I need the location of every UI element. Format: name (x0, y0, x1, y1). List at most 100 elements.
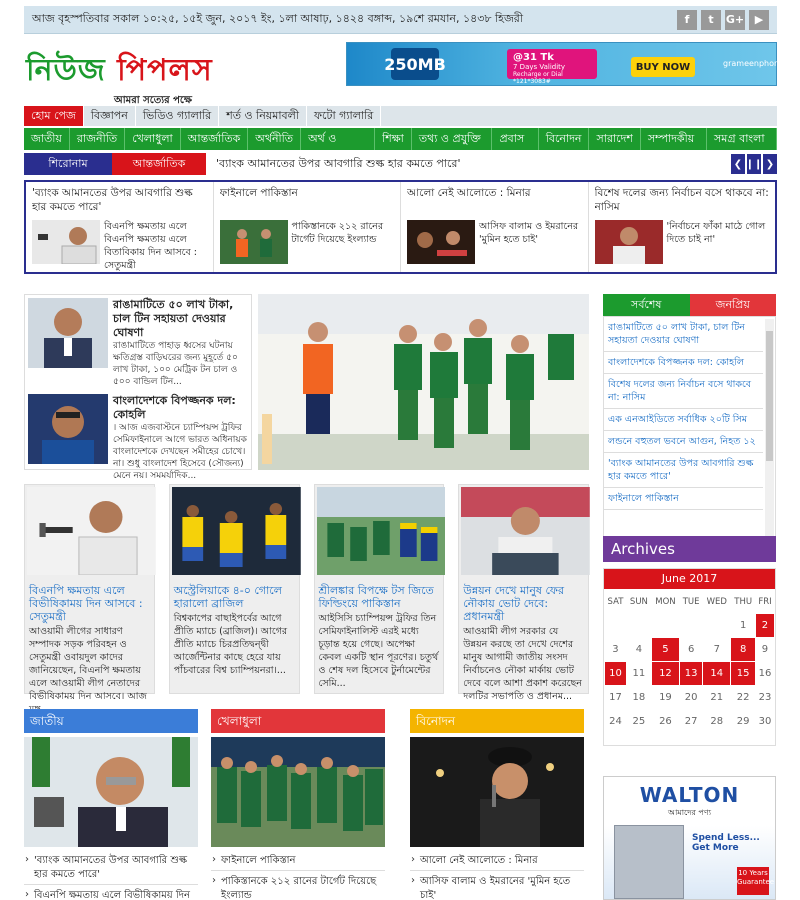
list-item[interactable]: রাঙামাটিতে ৫০ লাখ টাকা, চাল টিন সহায়তা … (28, 298, 248, 388)
list-item[interactable]: বাংলাদেশকে বিপজ্জনক দল: কোহলি (604, 352, 763, 374)
nav-entertainment[interactable]: বিনোদন (539, 128, 590, 150)
guarantee-badge: 10 Years Guarantee (737, 867, 774, 895)
walton-ad[interactable]: WALTON আমাদের পণ্য Spend Less... Get Mor… (603, 776, 776, 900)
ticker-prev-icon[interactable]: ❮ (731, 154, 745, 174)
list-item[interactable]: ফাইনালে পাকিস্তান (604, 488, 763, 510)
strip-thumbnail[interactable] (594, 220, 663, 264)
nav-editorial[interactable]: সম্পাদকীয় ▾ (641, 128, 707, 167)
nav-expat[interactable]: প্রবাস ▾ (492, 128, 539, 167)
ticker-category[interactable]: আন্তর্জাতিক (112, 153, 206, 175)
list-item[interactable]: 'ব্যাংক আমানতের উপর আবগারি শুল্ক হার কমত… (604, 453, 763, 488)
nav-advertisement[interactable]: বিজ্ঞাপন (84, 106, 136, 126)
strip-title[interactable]: আলো নেই আলোতে : মিনার (407, 186, 582, 216)
list-item[interactable]: এক এনআইডিতে সর্বাধিক ২০টি সিম (604, 409, 763, 431)
category-image[interactable] (211, 737, 385, 847)
list-item[interactable]: রাঙামাটিতে ৫০ লাখ টাকা, চাল টিন সহায়তা … (604, 317, 763, 352)
nav-national[interactable]: জাতীয় (24, 128, 70, 150)
category-list-item[interactable]: আসিফ বালাম ও ইমরানের 'মুমিন হতে চাই' (410, 871, 584, 900)
category-image[interactable] (410, 737, 584, 847)
site-logo[interactable]: নিউজ পিপলস আমরা সত্যের পক্ষে (26, 46, 213, 110)
list-item[interactable]: বিশেষ দলের জন্য নির্বাচন বসে থাকবে না: ন… (604, 374, 763, 409)
tab-latest[interactable]: সর্বশেষ (603, 294, 690, 316)
nav-business[interactable]: অর্থ ও বাণিজ্য (301, 128, 376, 167)
strip-item[interactable]: বিশেষ দলের জন্য নির্বাচন বসে থাকবে না: ন… (589, 182, 776, 272)
nav-video-gallery[interactable]: ভিডিও গ্যালারি (136, 106, 220, 126)
news-thumbnail[interactable] (28, 298, 108, 368)
category-list-item[interactable]: বিএনপি ক্ষমতায় এলে বিভীষিকাময় দিন (24, 885, 198, 900)
strip-item[interactable]: ফাইনালে পাকিস্তান পাকিস্তানকে ২১২ রানের … (214, 182, 401, 272)
category-list-item[interactable]: পাকিস্তানকে ২১২ রানের টার্গেট দিয়েছে ইং… (211, 871, 385, 900)
calendar-day[interactable]: 10 (604, 660, 627, 686)
banner-ad[interactable]: 250MB @31 Tk 7 Days Validity Recharge or… (346, 42, 784, 86)
category-heading[interactable]: বিনোদন (410, 709, 584, 733)
calendar-weekday: SAT (607, 596, 624, 607)
nav-terms[interactable]: শর্ত ও নিয়মাবলী (219, 106, 308, 126)
strip-title[interactable]: 'ব্যাংক আমানতের উপর আবগারি শুল্ক হার কমত… (32, 186, 207, 216)
news-card[interactable]: বিএনপি ক্ষমতায় এলে বিভীষিকাময় দিন আসবে… (24, 484, 156, 715)
news-card[interactable]: অস্ট্রেলিয়াকে ৪-০ গোলে হারালো ব্রাজিল ব… (168, 484, 301, 694)
tab-popular[interactable]: জনপ্রিয় (689, 294, 776, 316)
calendar-day[interactable]: 5 (650, 636, 681, 662)
news-thumbnail[interactable] (28, 394, 108, 464)
card-title[interactable]: বিএনপি ক্ষমতায় এলে বিভীষিকাময় দিন আসবে… (25, 580, 154, 625)
strip-title[interactable]: ফাইনালে পাকিস্তান (220, 186, 395, 216)
card-image[interactable] (27, 487, 156, 576)
scrollbar-thumb[interactable] (766, 331, 773, 461)
category-list-item[interactable]: ফাইনালে পাকিস্তান (211, 850, 385, 871)
calendar-day: 21 (702, 684, 732, 710)
card-title[interactable]: অস্ট্রেলিয়াকে ৪-০ গোলে হারালো ব্রাজিল (170, 580, 299, 612)
calendar-day[interactable]: 14 (702, 660, 732, 686)
lead-photo[interactable] (258, 294, 589, 470)
calendar-day[interactable]: 8 (730, 636, 756, 662)
news-card[interactable]: শ্রীলঙ্কার বিপক্ষে টস জিতে ফিল্ডিংয়ে পা… (313, 484, 446, 694)
strip-thumbnail[interactable] (219, 220, 288, 264)
card-title[interactable]: শ্রীলঙ্কার বিপক্ষে টস জিতে ফিল্ডিংয়ে পা… (315, 580, 444, 612)
ticker-pause-icon[interactable]: ❙❙ (746, 154, 762, 174)
scrollbar[interactable] (765, 319, 774, 537)
calendar-day[interactable]: 12 (650, 660, 681, 686)
card-image[interactable] (316, 487, 446, 575)
nav-politics[interactable]: রাজনীতি (70, 128, 126, 150)
news-card[interactable]: উন্নয়ন দেখে মানুষ ফের নৌকায় ভোট দেবে: … (458, 484, 590, 702)
strip-subtitle[interactable]: আসিফ বালাম ও ইমরানের 'মুমিন হতে চাই' (479, 220, 582, 264)
ticker-next-icon[interactable]: ❯ (763, 154, 777, 174)
card-image[interactable] (171, 487, 301, 575)
news-title[interactable]: বাংলাদেশকে বিপজ্জনক দল: কোহলি (113, 394, 248, 422)
strip-thumbnail[interactable] (407, 220, 475, 264)
strip-thumbnail[interactable] (32, 220, 100, 264)
strip-item[interactable]: আলো নেই আলোতে : মিনার আসিফ বালাম ও ইমরান… (401, 182, 589, 272)
nav-international[interactable]: আন্তর্জাতিক (181, 128, 249, 150)
category-image[interactable] (24, 737, 198, 847)
list-item[interactable]: লন্ডনে বহুতল ভবনে আগুন, নিহত ১২ (604, 431, 763, 453)
strip-subtitle[interactable]: 'নির্বাচনে ফাঁকা মাঠে গোল দিতে চাই না' (667, 220, 770, 264)
youtube-icon[interactable]: ▶ (749, 9, 769, 30)
calendar-day[interactable]: 2 (754, 612, 776, 638)
twitter-icon[interactable]: t (701, 9, 721, 30)
calendar-day[interactable]: 13 (679, 660, 704, 686)
strip-subtitle[interactable]: বিএনপি ক্ষমতায় এলে বিএনপি ক্ষমতায় এলে … (104, 220, 207, 272)
ad-buy-now-button[interactable]: BUY NOW (631, 57, 695, 77)
category-list-item[interactable]: 'ব্যাংক আমানতের উপর আবগারি শুল্ক হার কমত… (24, 850, 198, 885)
nav-economy[interactable]: অর্থনীতি (248, 128, 302, 150)
nav-all-bangla[interactable]: সমগ্র বাংলা ▾ (707, 128, 777, 167)
nav-home[interactable]: হোম পেজ (24, 106, 84, 126)
strip-subtitle[interactable]: পাকিস্তানকে ২১২ রানের টার্গেট দিয়েছে ইং… (292, 220, 395, 264)
nav-sports[interactable]: খেলাধুলা (125, 128, 181, 150)
category-list-item[interactable]: আলো নেই আলোতে : মিনার (410, 850, 584, 871)
card-title[interactable]: উন্নয়ন দেখে মানুষ ফের নৌকায় ভোট দেবে: … (459, 580, 588, 625)
nav-countrywide[interactable]: সারাদেশ (589, 128, 641, 150)
ticker-headline[interactable]: 'ব্যাংক আমানতের উপর আবগারি শুল্ক হার কমত… (206, 155, 731, 174)
card-image[interactable] (461, 487, 590, 575)
list-item[interactable]: বাংলাদেশকে বিপজ্জনক দল: কোহলি । আজ এজবাস… (28, 394, 248, 482)
nav-education[interactable]: শিক্ষা (375, 128, 412, 150)
category-heading[interactable]: জাতীয় (24, 709, 198, 733)
calendar-day[interactable]: 15 (730, 660, 756, 686)
google-plus-icon[interactable]: G+ (725, 9, 745, 30)
nav-photo-gallery[interactable]: ফটো গ্যালারি (307, 106, 382, 126)
strip-title[interactable]: বিশেষ দলের জন্য নির্বাচন বসে থাকবে না: ন… (595, 186, 770, 216)
nav-tech[interactable]: তথ্য ও প্রযুক্তি ▾ (412, 128, 493, 167)
strip-item[interactable]: 'ব্যাংক আমানতের উপর আবগারি শুল্ক হার কমত… (26, 182, 214, 272)
news-title[interactable]: রাঙামাটিতে ৫০ লাখ টাকা, চাল টিন সহায়তা … (113, 298, 248, 340)
facebook-icon[interactable]: f (677, 9, 697, 30)
category-heading[interactable]: খেলাধুলা (211, 709, 385, 733)
